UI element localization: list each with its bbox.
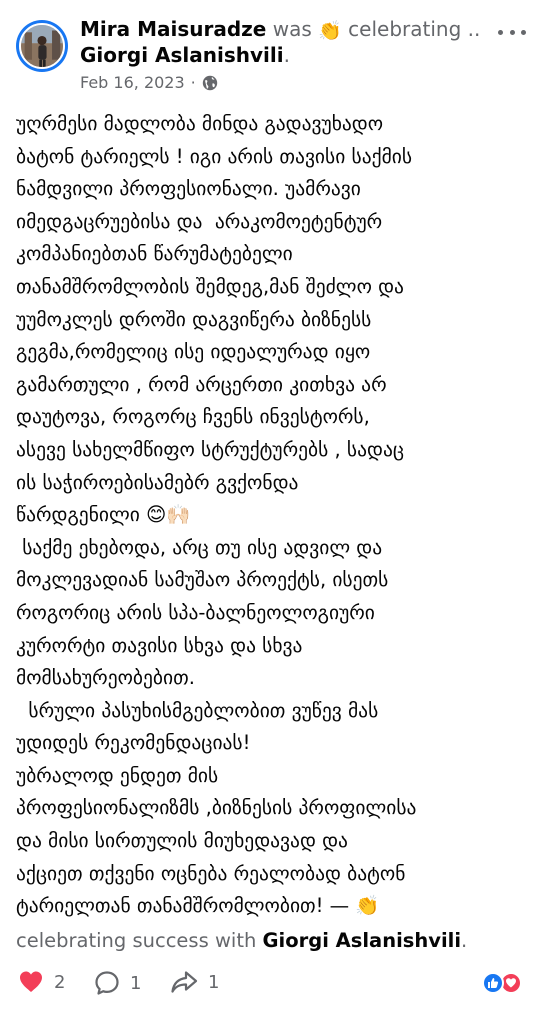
share-button[interactable]: 1 — [170, 970, 219, 994]
post-text-line: დაუტოვა, როგორც ჩვენს ინვესტორს, — [16, 405, 370, 429]
post-text-line: გეგმა,რომელიც ისე იდეალურად იყო — [16, 340, 371, 364]
post-text-line: უბრალოდ ენდეთ მის — [16, 763, 219, 787]
comment-button[interactable]: 1 — [94, 970, 141, 996]
post-text-line: მოკლევადიან სამუშაო პროექტს, ისეთს — [16, 568, 389, 592]
post-text-line: კურორტი თავისი სხვა და სხვა — [16, 633, 303, 657]
post-text-line: ბატონ ტარიელს ! იგი არის თავისი საქმის — [16, 144, 413, 168]
post-text-line: ტარიელთან თანამშრომლობით! — 👏 — [16, 894, 380, 918]
globe-icon — [202, 75, 218, 91]
share-icon — [171, 971, 198, 993]
comment-icon — [95, 971, 119, 995]
post-text-line: პროფესიონალიზმს ,ბიზნესის პროფილისა — [16, 796, 417, 820]
post-text-line: თანამშრომლობის შემდეგ,მან შეძლო და — [16, 274, 404, 298]
header-line-2: Giorgi Aslanishvili. — [80, 42, 480, 68]
post-text-line: საქმე ეხებოდა, არც თუ ისე ადვილ და — [16, 535, 383, 559]
author-name[interactable]: Mira Maisuradze — [80, 17, 266, 41]
like-reaction-icon — [482, 972, 504, 994]
post-text-line: ის საჭიროებისამებრ გვქონდა — [16, 470, 299, 494]
heart-icon — [20, 971, 42, 992]
clapping-hands-icon: 👏 — [318, 20, 342, 42]
post-text-line: აქციეთ თქვენი ოცნება რეალობად ბატონ — [16, 861, 406, 885]
like-count: 2 — [54, 971, 66, 993]
tagged-person-link[interactable]: Giorgi Aslanishvili — [80, 43, 284, 67]
post-text-line: ასევე სახელმწიფო სტრუქტურებს , სადაც — [16, 437, 405, 461]
post-header: Mira Maisuradze was 👏 celebrating ... Gi… — [0, 0, 540, 100]
post-body: უღრმესი მადლობა მინდა გადავუხადო ბატონ ტა… — [16, 108, 526, 923]
header-text: Mira Maisuradze was 👏 celebrating ... Gi… — [80, 16, 480, 68]
tagged-suffix: . — [283, 43, 290, 67]
more-dot — [498, 29, 503, 35]
celebrating-text: celebrating success with — [16, 929, 257, 952]
post-date[interactable]: Feb 16, 2023 — [80, 73, 185, 93]
footer-suffix: . — [461, 929, 468, 952]
activity-text[interactable]: celebrating ... — [348, 17, 480, 41]
share-count: 1 — [208, 971, 220, 993]
post-text-line: გამართული , რომ არცერთი კითხვა არ — [16, 372, 387, 396]
reaction-summary[interactable] — [482, 972, 524, 994]
more-dot — [509, 29, 515, 35]
post-text-line: წარდგენილი 😊🙌🏻 — [16, 503, 191, 527]
post-text-line: იმედგაცრუებისა და არაკომოეტენტურ — [16, 209, 383, 233]
post-text-line: სრული პასუხისმგებლობით ვუწევ მას — [16, 698, 379, 722]
avatar-photo — [19, 23, 65, 69]
more-dot — [521, 29, 526, 35]
post-actions-bar: 2 1 1 — [0, 962, 540, 1006]
post-text-line: და მისი სირთულის მიუხედავად და — [16, 829, 348, 853]
post-text-line: უდიდეს რეკომენდაციას! — [16, 731, 251, 755]
post-text-line: მომსახურეობებით. — [16, 666, 195, 690]
footer-tagged-person-link[interactable]: Giorgi Aslanishvili — [263, 929, 462, 952]
post-text-line: კომპანიებთან წარუმატებელი — [16, 242, 293, 266]
like-button[interactable]: 2 — [18, 970, 65, 994]
was-text: was — [272, 17, 312, 41]
celebrating-footer: celebrating success with Giorgi Aslanish… — [16, 925, 526, 957]
post-text-line: უღრმესი მადლობა მინდა გადავუხადო — [16, 112, 384, 135]
comment-count: 1 — [130, 972, 142, 994]
author-avatar[interactable] — [16, 20, 68, 72]
post-text-line: როგორიც არის სპა-ბალნეოლოგიური — [16, 600, 375, 624]
meta-separator: · — [190, 73, 196, 92]
more-options-icon[interactable] — [498, 22, 526, 42]
post-text-line: უუმოკლეს დროში დაგვიწერა ბიზნესს — [16, 307, 372, 331]
header-line-1: Mira Maisuradze was 👏 celebrating ... — [80, 16, 480, 42]
post-meta: Feb 16, 2023 · — [80, 73, 218, 93]
post-text-line: ნამდვილი პროფესიონალი. უამრავი — [16, 177, 361, 201]
